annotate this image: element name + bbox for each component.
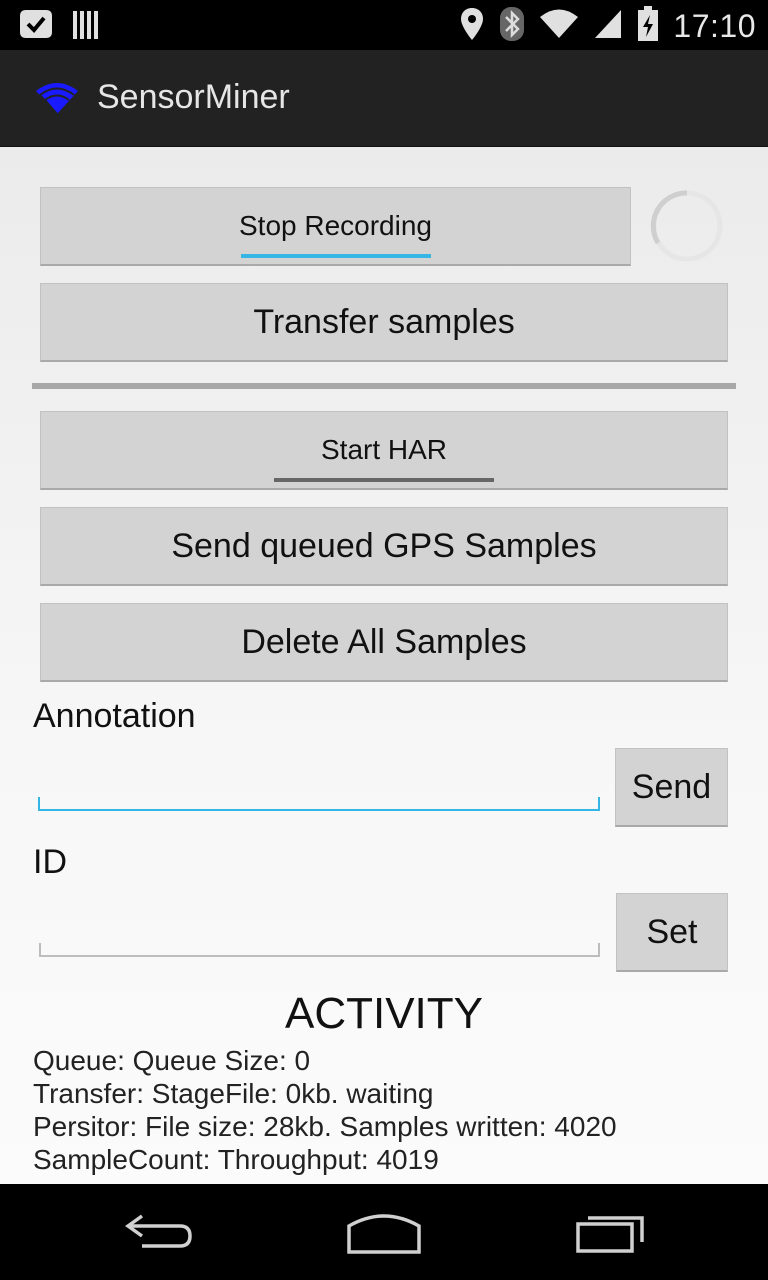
toggle-off-indicator [274,478,494,482]
send-gps-samples-button[interactable]: Send queued GPS Samples [40,507,728,586]
signal-icon [593,8,623,45]
location-icon [459,6,485,47]
action-bar: SensorMiner [0,50,768,147]
barcode-icon [72,9,100,46]
transfer-samples-button[interactable]: Transfer samples [40,283,728,362]
transfer-samples-label: Transfer samples [253,302,515,341]
battery-charging-icon [637,6,659,47]
bluetooth-icon [499,6,525,47]
start-har-toggle[interactable]: Start HAR [40,411,728,490]
main-content: Stop Recording Transfer samples Start HA… [0,147,768,1184]
delete-all-samples-button[interactable]: Delete All Samples [40,603,728,682]
app-title: SensorMiner [97,78,290,116]
divider [32,383,736,389]
set-button[interactable]: Set [616,893,728,972]
log-line: SampleCount: Throughput: 4019 [33,1144,439,1175]
log-line: Transfer: StageFile: 0kb. waiting [33,1078,434,1109]
toggle-on-indicator [240,254,431,258]
delete-all-label: Delete All Samples [241,622,527,661]
stop-recording-toggle[interactable]: Stop Recording [40,187,631,266]
send-label: Send [631,767,712,806]
notification-chat-icon [18,8,54,47]
annotation-label: Annotation [33,697,196,735]
back-icon[interactable] [124,1212,196,1257]
annotation-input[interactable] [38,797,600,811]
start-har-label: Start HAR [320,434,448,465]
set-label: Set [646,912,698,951]
wifi-icon [539,8,579,45]
send-gps-label: Send queued GPS Samples [171,526,597,565]
activity-heading: ACTIVITY [284,989,484,1038]
recent-apps-icon[interactable] [574,1212,646,1259]
navigation-bar [0,1184,768,1280]
clock: 17:10 [673,8,756,44]
log-line: Queue: Queue Size: 0 [33,1045,311,1076]
stop-recording-label: Stop Recording [238,210,432,241]
id-input[interactable] [39,943,600,957]
loading-spinner [650,190,723,262]
send-button[interactable]: Send [615,748,728,827]
id-label: ID [33,843,67,881]
status-bar: 17:10 [0,0,768,50]
home-icon[interactable] [346,1212,422,1261]
log-line: Persitor: File size: 28kb. Samples writt… [33,1111,617,1142]
app-wifi-icon[interactable] [34,80,80,116]
